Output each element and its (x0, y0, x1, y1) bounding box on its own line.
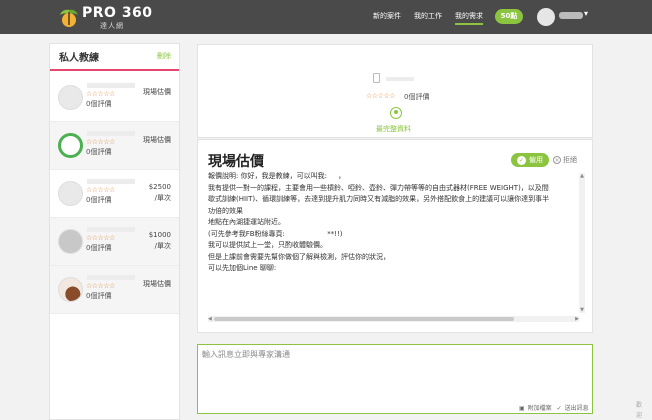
expert-profile-card: ☆☆☆☆☆ 0個評價 最完整資料 (197, 44, 593, 138)
user-avatar[interactable] (537, 8, 555, 26)
expert-avatar (58, 85, 83, 110)
expert-list-header: 私人教練 刪除 (50, 44, 179, 71)
points-badge[interactable]: 50點 (495, 9, 523, 24)
send-message-label: 送出訊息 (564, 405, 589, 412)
full-profile-link[interactable]: 最完整資料 (376, 124, 411, 134)
review-count: 0個評價 (86, 292, 112, 300)
top-navbar: PRO 360 達人網 新的案件 我的工作 我的需求 50點 ▾ (0, 0, 652, 34)
category-title: 私人教練 (59, 53, 99, 64)
reject-label: 拒絕 (563, 156, 577, 164)
attach-file-button[interactable]: ▣ 附加檔案 (519, 405, 552, 412)
quote-line: 我可以提供試上一堂，只酌收體驗價。 (208, 241, 327, 249)
expert-name (87, 131, 135, 136)
rating-stars-icon: ☆☆☆☆☆ (86, 234, 115, 242)
review-count: 0個評價 (86, 196, 112, 204)
expert-name (87, 275, 135, 280)
corner-text: 歡 (636, 402, 643, 409)
expert-item[interactable]: ☆☆☆☆☆ 0個評價 現場估價 (50, 266, 179, 314)
rating-stars-icon: ☆☆☆☆☆ (86, 186, 115, 194)
close-circle-icon: × (553, 156, 561, 164)
review-count: 0個評價 (86, 244, 112, 252)
price-label: $1000 (148, 231, 171, 239)
palm-logo-icon (60, 9, 78, 27)
rating-stars-icon: ☆☆☆☆☆ (366, 92, 395, 100)
quote-line: 報價說明: 你好，我是教練，可以叫我: ， (208, 172, 346, 180)
message-input[interactable] (202, 349, 588, 393)
rating-stars-icon: ☆☆☆☆☆ (86, 282, 115, 290)
quote-title: 現場估價 (208, 154, 264, 170)
scroll-up-icon[interactable]: ▲ (579, 173, 585, 179)
expert-avatar (58, 133, 83, 158)
message-actions: ▣ 附加檔案 ✓ 送出訊息 (516, 403, 589, 412)
reject-button[interactable]: × 拒絕 (553, 155, 577, 165)
scroll-down-icon[interactable]: ▼ (579, 307, 585, 313)
scroll-left-icon[interactable]: ◀ (208, 316, 212, 322)
expert-avatar (58, 277, 83, 302)
quote-card: 現場估價 僱用 ×拒絕 報價說明: 你好，我是教練，可以叫我: ， 我有提供一對… (197, 139, 593, 333)
review-count: 0個評價 (86, 148, 112, 156)
price-label: 現場估價 (143, 88, 171, 96)
price-label: $2500 (148, 183, 171, 191)
phone-icon (373, 73, 380, 83)
review-count: 0個評價 (404, 93, 430, 101)
vertical-scrollbar[interactable]: ▲ ▼ (579, 173, 585, 313)
quote-line: 但是上課前會需要先幫你做個了解與檢測，評估你的狀況， (208, 252, 390, 261)
expert-name (87, 83, 135, 88)
nav-new-cases[interactable]: 新的案件 (373, 11, 401, 21)
rating-stars-icon: ☆☆☆☆☆ (86, 138, 115, 146)
scroll-right-icon[interactable]: ▶ (575, 316, 579, 322)
logo-subtitle: 達人網 (100, 22, 124, 30)
expert-avatar (58, 229, 83, 254)
expert-item[interactable]: ☆☆☆☆☆ 0個評價 $2500 /單次 (50, 170, 179, 218)
message-composer: ▣附加檔案 ✓送出訊息 (197, 344, 593, 414)
scrollbar-thumb[interactable] (214, 317, 514, 321)
expert-name (87, 227, 135, 232)
expert-name (386, 77, 414, 81)
price-label: 現場估價 (143, 136, 171, 144)
rating-stars-icon: ☆☆☆☆☆ (86, 90, 115, 98)
user-name[interactable] (559, 12, 583, 19)
price-unit: /單次 (154, 242, 171, 250)
price-unit: /單次 (154, 194, 171, 202)
horizontal-scrollbar[interactable]: ◀ ▶ (208, 316, 579, 322)
price-label: 現場估價 (143, 280, 171, 288)
send-message-button[interactable]: ✓ 送出訊息 (557, 405, 589, 412)
attach-file-label: 附加檔案 (527, 405, 552, 412)
quote-line: 地點在內湖捷運站附近。 (208, 218, 285, 226)
quote-description[interactable]: 報價說明: 你好，我是教練，可以叫我: ， 我有提供一對一的課程，主要會用一些槓… (208, 171, 584, 319)
nav-my-requests[interactable]: 我的需求 (455, 11, 483, 25)
expert-item[interactable]: ☆☆☆☆☆ 0個評價 現場估價 (50, 74, 179, 122)
quote-line: (可先參考我FB粉絲專頁: **!!) (208, 229, 343, 238)
delete-link[interactable]: 刪除 (157, 51, 171, 61)
expert-name (87, 179, 135, 184)
quote-line: 我有提供一對一的課程，主要會用一些槓鈴、啞鈴、壺鈴、彈力帶等等的自由式器材(FR… (208, 183, 549, 192)
expert-item[interactable]: ☆☆☆☆☆ 0個評價 現場估價 (50, 122, 179, 170)
expert-list-panel: 私人教練 刪除 ☆☆☆☆☆ 0個評價 現場估價 ☆☆☆☆☆ 0個評價 現場估價 … (49, 43, 180, 420)
logo-text: PRO 360 (82, 5, 153, 21)
quote-line: 功倍的效果 (208, 206, 243, 215)
nav-my-jobs[interactable]: 我的工作 (414, 11, 442, 21)
hire-button[interactable]: 僱用 (511, 153, 549, 167)
expert-item[interactable]: ☆☆☆☆☆ 0個評價 $1000 /單次 (50, 218, 179, 266)
user-profile-icon[interactable] (390, 107, 402, 119)
chevron-down-icon[interactable]: ▾ (584, 9, 588, 18)
quote-line: 歇式訓練(HIIT)、循環訓練等，去達到提升肌力同時又有減脂的效果，另外搭配飲食… (208, 195, 550, 203)
expert-avatar (58, 181, 83, 206)
review-count: 0個評價 (86, 100, 112, 108)
corner-text: 迎 (636, 412, 643, 419)
quote-line: 可以先加個Line 聊聊: (208, 264, 277, 272)
logo[interactable]: PRO 360 達人網 (58, 4, 152, 30)
